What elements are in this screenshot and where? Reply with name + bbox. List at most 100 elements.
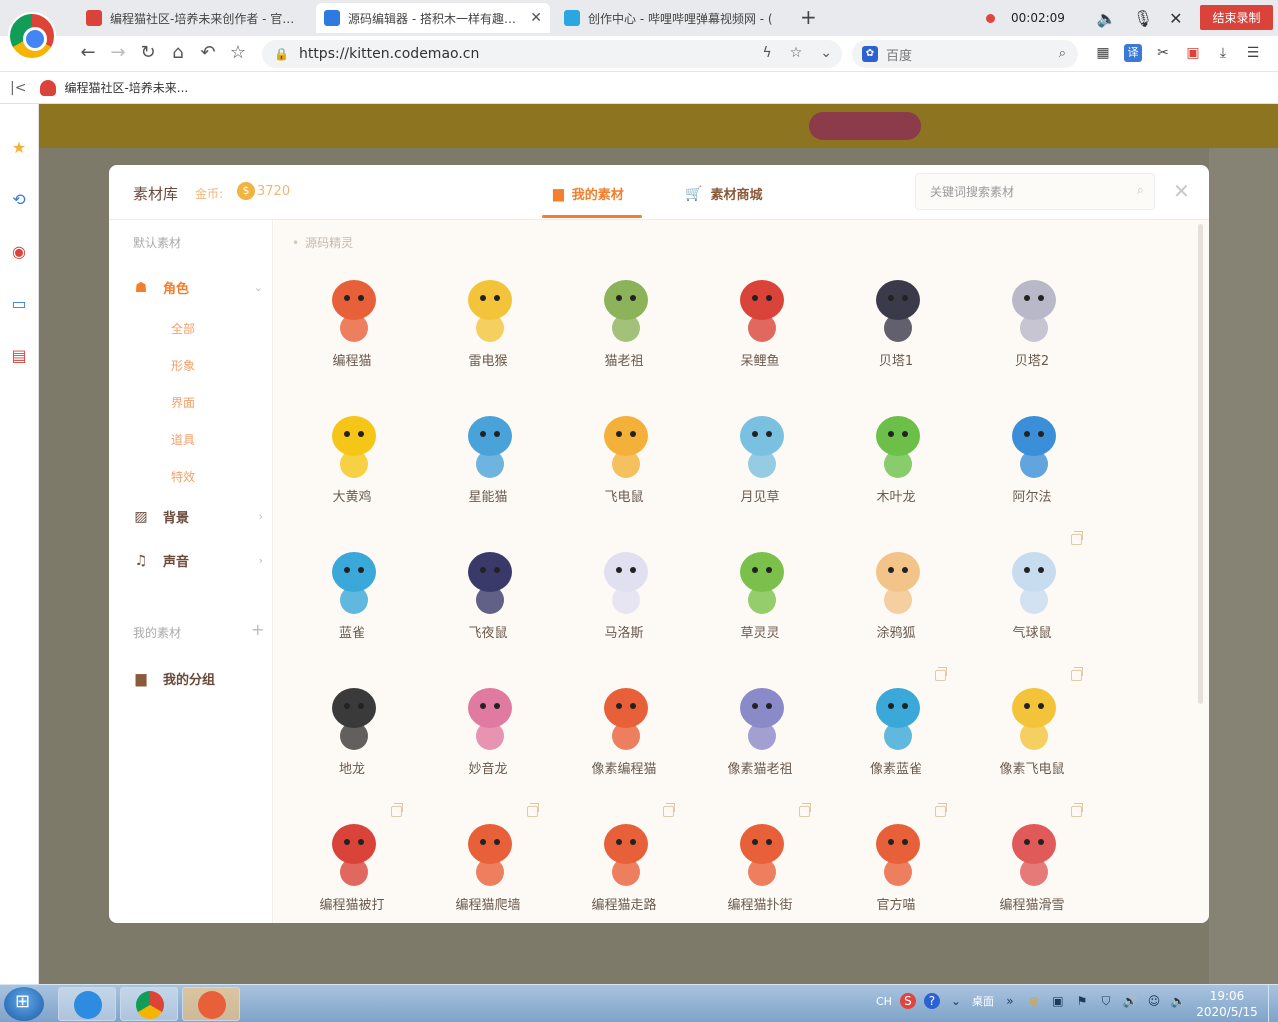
new-tab-button[interactable]: +	[800, 5, 817, 29]
microphone-icon[interactable]: 🎙	[1133, 9, 1153, 28]
close-recorder-icon[interactable]: ✕	[1169, 9, 1182, 28]
scissors-icon[interactable]: ✂	[1154, 44, 1172, 62]
translate-icon[interactable]: 译	[1124, 44, 1142, 62]
sprite-card[interactable]: 编程猫爬墙	[420, 803, 556, 923]
browser-tab-kitten-editor[interactable]: 源码编辑器 - 搭积木一样有趣的编 ✕	[316, 3, 550, 33]
start-button[interactable]	[4, 987, 44, 1021]
document-icon[interactable]: ▤	[9, 346, 29, 366]
history-icon[interactable]: ⟲	[9, 190, 29, 210]
sprite-card[interactable]: 草灵灵	[692, 534, 828, 670]
sprite-card[interactable]: 编程猫被打	[284, 803, 420, 923]
sprite-card[interactable]: 涂鸦狐	[828, 534, 964, 670]
help-icon[interactable]: ?	[923, 993, 940, 1009]
sidebar-sub-image[interactable]: 形象	[171, 357, 195, 374]
speaker-icon[interactable]: 🔈	[1170, 993, 1186, 1009]
end-recording-button[interactable]: 结束录制	[1200, 5, 1273, 30]
sidebar-sub-all[interactable]: 全部	[171, 320, 195, 337]
url-text[interactable]: https://kitten.codemao.cn	[299, 46, 479, 62]
sprite-card[interactable]: 像素编程猫	[556, 670, 692, 806]
sprite-card[interactable]: 官方喵	[828, 803, 964, 923]
pdf-icon[interactable]: ▣	[1184, 44, 1202, 62]
bookmark-codemao[interactable]: 编程猫社区-培养未来...	[64, 79, 188, 96]
tray-arrow-icon[interactable]: ⌄	[948, 993, 964, 1009]
lightning-icon[interactable]: ϟ	[762, 45, 771, 61]
search-icon[interactable]: ⌕	[1059, 46, 1066, 61]
qq-icon[interactable]: ☺	[1146, 993, 1162, 1009]
desktop-label[interactable]: 桌面	[972, 993, 994, 1009]
favorites-star-icon[interactable]: ★	[9, 138, 29, 158]
chevron-down-icon[interactable]: ⌄	[820, 45, 832, 61]
search-icon[interactable]: ⌕	[1137, 183, 1144, 198]
browser-tab-codemao-community[interactable]: 编程猫社区-培养未来创作者 - 官方社	[78, 3, 310, 33]
language-indicator[interactable]: CH	[876, 995, 892, 1008]
browser-tab-bilibili[interactable]: 创作中心 - 哔哩哔哩弹幕视频网 - (	[556, 3, 788, 33]
sprite-card[interactable]: 马洛斯	[556, 534, 692, 670]
sprite-card[interactable]: 像素蓝雀	[828, 667, 964, 806]
weibo-icon[interactable]: ◉	[9, 242, 29, 262]
sprite-card[interactable]: 编程猫扑街	[692, 803, 828, 923]
system-clock[interactable]: 19:06 2020/5/15	[1192, 988, 1262, 1020]
sidebar-sub-interface[interactable]: 界面	[171, 394, 195, 411]
add-group-icon[interactable]: +	[251, 620, 264, 639]
sprite-card[interactable]: 大黄鸡	[284, 398, 420, 534]
sogou-icon[interactable]: S	[899, 993, 916, 1009]
tab-material-shop[interactable]: 🛒 素材商城	[685, 184, 762, 204]
sprite-card[interactable]: 编程猫滑雪	[964, 803, 1100, 923]
menu-icon[interactable]: ☰	[1244, 44, 1262, 62]
sidebar-item-role[interactable]: ☗ 角色 ⌄	[133, 278, 263, 298]
sprite-card[interactable]: 猫老祖	[556, 262, 692, 398]
sidebar-item-sound[interactable]: ♫ 声音 ›	[133, 551, 263, 571]
sprite-card[interactable]: 月见草	[692, 398, 828, 534]
close-tab-icon[interactable]: ✕	[530, 10, 542, 26]
collapse-sidebar-icon[interactable]: |<	[10, 80, 26, 96]
window-icon[interactable]: ▭	[9, 294, 29, 314]
favorite-icon[interactable]: ☆	[790, 45, 803, 61]
sprite-card[interactable]: 编程猫走路	[556, 803, 692, 923]
bookmark-star-icon[interactable]: ☆	[226, 42, 250, 63]
sprite-card[interactable]: 编程猫	[284, 262, 420, 398]
search-bar[interactable]: ✿ 百度 ⌕	[852, 40, 1078, 68]
sprite-card[interactable]: 像素猫老祖	[692, 670, 828, 806]
sprite-card[interactable]: 飞夜鼠	[420, 534, 556, 670]
sprite-card[interactable]: 像素飞电鼠	[964, 667, 1100, 806]
material-search-input[interactable]	[916, 174, 1116, 209]
volume-icon[interactable]: 🔊	[1122, 993, 1138, 1009]
sidebar-sub-props[interactable]: 道具	[171, 431, 195, 448]
back-icon[interactable]: ←	[76, 42, 100, 63]
undo-close-icon[interactable]: ↶	[196, 42, 220, 63]
scrollbar[interactable]	[1198, 224, 1203, 704]
tab-my-materials[interactable]: ▆ 我的素材	[553, 184, 624, 204]
taskbar-app-kitten[interactable]	[182, 987, 240, 1021]
sprite-card[interactable]: 贝塔2	[964, 262, 1100, 398]
sprite-card[interactable]: 阿尔法	[964, 398, 1100, 534]
network-icon[interactable]: ▣	[1050, 993, 1066, 1009]
sprite-card[interactable]: 呆鲤鱼	[692, 262, 828, 398]
grid-apps-icon[interactable]: ▦	[1094, 44, 1112, 62]
sprite-card[interactable]: 气球鼠	[964, 531, 1100, 670]
home-icon[interactable]: ⌂	[166, 42, 190, 63]
tray-expand-icon[interactable]: »	[1002, 993, 1018, 1009]
sprite-card[interactable]: 妙音龙	[420, 670, 556, 806]
forward-icon[interactable]: →	[106, 42, 130, 63]
sidebar-item-background[interactable]: ▨ 背景 ›	[133, 507, 263, 527]
plus-circle-icon[interactable]: ⊕	[1026, 993, 1042, 1009]
taskbar-app-feishu[interactable]	[58, 987, 116, 1021]
close-modal-icon[interactable]: ✕	[1173, 179, 1190, 203]
sprite-card[interactable]: 贝塔1	[828, 262, 964, 398]
speaker-icon[interactable]: 🔈	[1097, 9, 1117, 28]
sprite-card[interactable]: 蓝雀	[284, 534, 420, 670]
reload-icon[interactable]: ↻	[136, 42, 160, 63]
flag-icon[interactable]: ⚑	[1074, 993, 1090, 1009]
show-desktop-button[interactable]	[1268, 985, 1278, 1022]
sprite-card[interactable]: 雷电猴	[420, 262, 556, 398]
sidebar-sub-effects[interactable]: 特效	[171, 468, 195, 485]
taskbar-app-browser[interactable]	[120, 987, 178, 1021]
sprite-card[interactable]: 飞电鼠	[556, 398, 692, 534]
sprite-card[interactable]: 地龙	[284, 670, 420, 806]
shield-icon[interactable]: ⛉	[1098, 993, 1114, 1009]
sidebar-item-my-group[interactable]: ▆ 我的分组	[133, 669, 263, 689]
address-bar[interactable]: 🔒 https://kitten.codemao.cn ϟ ☆ ⌄	[262, 40, 842, 68]
sprite-card[interactable]: 木叶龙	[828, 398, 964, 534]
sprite-card[interactable]: 星能猫	[420, 398, 556, 534]
download-icon[interactable]: ⤓	[1214, 44, 1232, 62]
